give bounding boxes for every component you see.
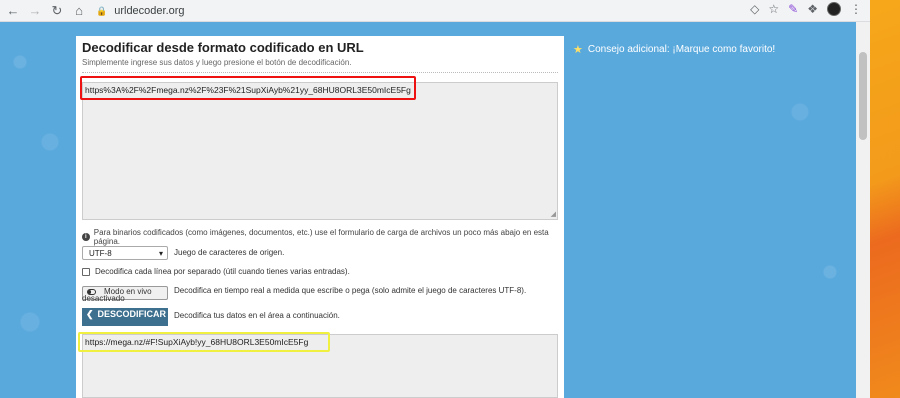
input-highlight-box bbox=[80, 76, 416, 100]
live-mode-description: Decodifica en tiempo real a medida que e… bbox=[174, 286, 527, 295]
chevron-down-icon: ▾ bbox=[158, 248, 163, 258]
star-icon: ★ bbox=[573, 44, 583, 56]
reload-icon[interactable]: ↻ bbox=[48, 2, 66, 20]
scrollbar-thumb[interactable] bbox=[859, 52, 867, 140]
binary-info: i Para binarios codificados (como imágen… bbox=[82, 228, 564, 246]
decode-description: Decodifica tus datos en el área a contin… bbox=[174, 311, 340, 320]
divider bbox=[82, 72, 558, 73]
resize-handle-icon[interactable]: ◢ bbox=[551, 210, 556, 218]
page-title: Decodificar desde formato codificado en … bbox=[82, 40, 364, 55]
profile-avatar[interactable] bbox=[827, 2, 841, 16]
live-mode-state: desactivado bbox=[82, 294, 125, 303]
charset-value: UTF-8 bbox=[89, 248, 112, 258]
line-by-line-label: Decodifica cada línea por separado (útil… bbox=[95, 267, 350, 276]
pen-extension-icon[interactable]: ✎ bbox=[788, 2, 798, 16]
chevron-left-icon: ❮ bbox=[86, 309, 94, 319]
browser-toolbar: ← → ↻ ⌂ 🔒 urldecoder.org ◇ ☆ ✎ ❖ ⋮ bbox=[0, 0, 870, 22]
desktop-wallpaper bbox=[870, 0, 900, 398]
info-icon: i bbox=[82, 233, 90, 241]
output-highlight-box bbox=[78, 332, 330, 352]
decode-button-label: DESCODIFICAR bbox=[97, 309, 167, 319]
address-bar[interactable]: 🔒 urldecoder.org bbox=[88, 2, 778, 20]
bookmark-tip[interactable]: ★ Consejo adicional: ¡Marque como favori… bbox=[573, 43, 775, 56]
back-icon[interactable]: ← bbox=[4, 2, 22, 20]
decode-button[interactable]: ❮ DESCODIFICAR bbox=[82, 308, 168, 326]
url-text: urldecoder.org bbox=[114, 5, 185, 17]
info-text: Para binarios codificados (como imágenes… bbox=[93, 228, 549, 246]
lock-icon[interactable]: 🔒 bbox=[96, 6, 107, 17]
charset-label: Juego de caracteres de origen. bbox=[174, 248, 285, 257]
translate-icon[interactable]: ◇ bbox=[750, 2, 759, 16]
puzzle-extension-icon[interactable]: ❖ bbox=[807, 2, 818, 16]
forward-icon[interactable]: → bbox=[26, 2, 44, 20]
line-by-line-checkbox[interactable] bbox=[82, 267, 90, 276]
menu-dots-icon[interactable]: ⋮ bbox=[850, 2, 862, 16]
line-by-line-option: Decodifica cada línea por separado (útil… bbox=[82, 267, 350, 276]
input-textarea[interactable]: https%3A%2F%2Fmega.nz%2F%23F%21SupXiAyb%… bbox=[82, 82, 558, 220]
page-subtitle: Simplemente ingrese sus datos y luego pr… bbox=[82, 58, 352, 67]
charset-select[interactable]: UTF-8 ▾ bbox=[82, 246, 168, 260]
decoder-panel: Decodificar desde formato codificado en … bbox=[76, 36, 564, 398]
home-icon[interactable]: ⌂ bbox=[70, 2, 88, 20]
page-scrollbar[interactable] bbox=[856, 22, 870, 398]
tip-text: Consejo adicional: ¡Marque como favorito… bbox=[587, 44, 776, 55]
bookmark-star-icon[interactable]: ☆ bbox=[768, 2, 779, 16]
